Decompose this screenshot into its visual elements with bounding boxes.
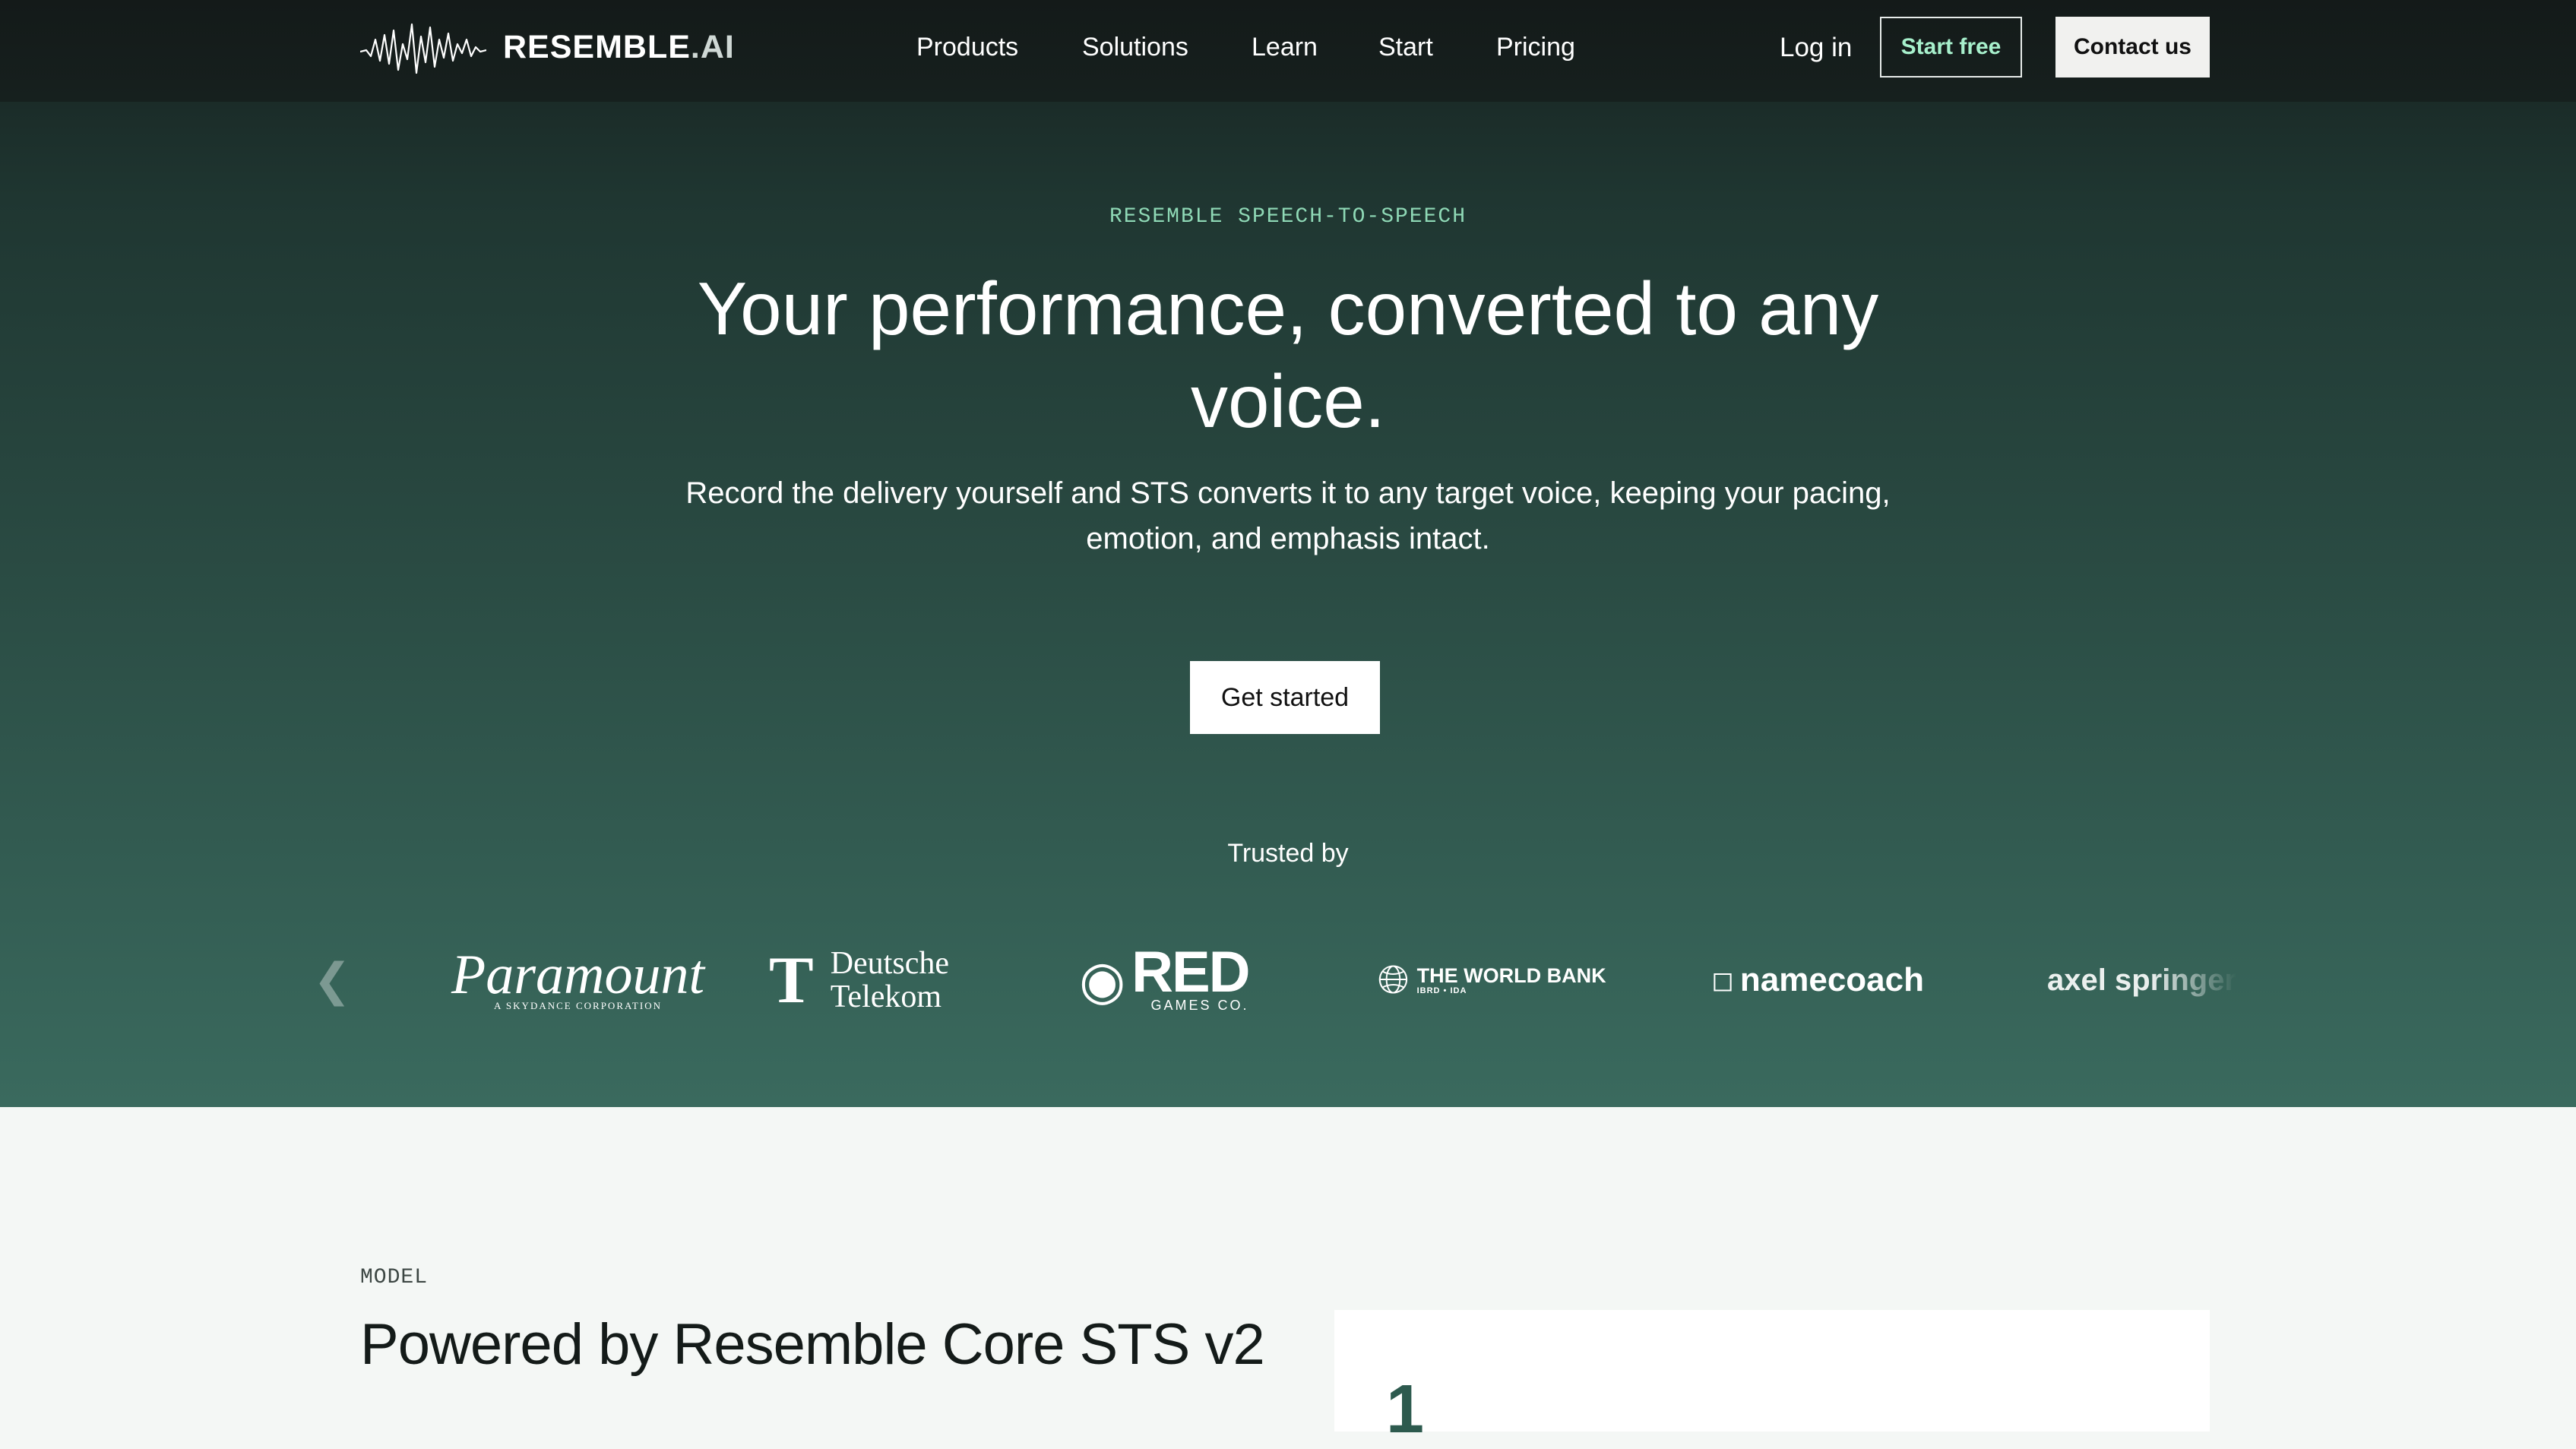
waveform-icon [360, 23, 486, 74]
nav-learn[interactable]: Learn [1252, 33, 1318, 62]
partner-logo-carousel: ❮ Paramount A SKYDANCE CORPORATION T Deu… [0, 935, 2576, 1026]
start-free-button[interactable]: Start free [1880, 17, 2022, 78]
red-games-logo: ◉ RED GAMES CO. [1079, 939, 1251, 1013]
hero-section: RESEMBLE.AI Products Solutions Learn Sta… [0, 0, 2576, 1107]
hero-eyebrow: RESEMBLE SPEECH-TO-SPEECH [1109, 205, 1467, 229]
nav-solutions[interactable]: Solutions [1082, 33, 1188, 62]
namecoach-logo: ◻ namecoach [1711, 961, 1924, 998]
paramount-logo: Paramount A SKYDANCE CORPORATION [451, 944, 704, 1011]
nav-pricing[interactable]: Pricing [1496, 33, 1575, 62]
globe-icon: 🌐︎ [1378, 957, 1410, 1002]
hero-subtext: Record the delivery yourself and STS con… [685, 476, 1891, 555]
login-link[interactable]: Log in [1780, 33, 1852, 63]
telekom-t-icon: T [769, 943, 814, 1017]
axel-springer-logo: axel springer [2047, 963, 2237, 997]
hero-headline: Your performance, converted to any voice… [697, 267, 1879, 443]
moose-eye-icon: ◉ [1079, 951, 1126, 1010]
card-number: 1 [1386, 1371, 1425, 1447]
model-card: 1 [1334, 1310, 2210, 1447]
model-eyebrow: MODEL [360, 1266, 429, 1289]
nav-start[interactable]: Start [1378, 33, 1433, 62]
top-navigation-bar: RESEMBLE.AI Products Solutions Learn Sta… [0, 0, 2576, 102]
trusted-by-label: Trusted by [1227, 839, 1349, 868]
world-bank-logo: 🌐︎ THE WORLD BANK IBRD • IDA [1378, 957, 1606, 1002]
speech-bubble-icon: ◻ [1711, 964, 1734, 995]
model-title: Powered by Resemble Core STS v2 [360, 1312, 1265, 1377]
nav-products[interactable]: Products [916, 33, 1018, 62]
partial-logo-left: ❮ [313, 954, 352, 1005]
brand-name: RESEMBLE.AI [503, 28, 735, 65]
brand-logo[interactable]: RESEMBLE.AI [360, 17, 735, 78]
deutsche-telekom-logo: T Deutsche Telekom [769, 943, 949, 1017]
get-started-button[interactable]: Get started [1190, 661, 1380, 734]
contact-us-button[interactable]: Contact us [2055, 17, 2210, 78]
